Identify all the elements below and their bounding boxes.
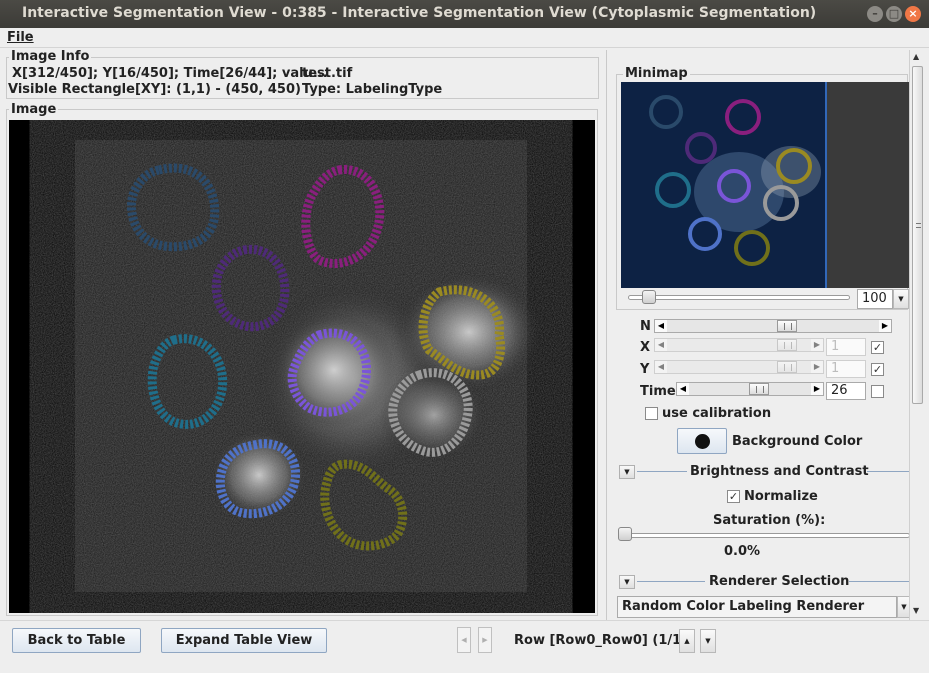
row-up-button[interactable]: ▲ xyxy=(679,629,695,653)
dim-y-input[interactable]: 1 xyxy=(826,360,866,378)
use-calibration-checkbox[interactable] xyxy=(645,407,658,420)
minimap-title: Minimap xyxy=(623,66,690,81)
background-color-button[interactable] xyxy=(677,428,727,454)
close-icon: × xyxy=(908,7,918,20)
dim-time-input[interactable]: 26 xyxy=(826,382,866,400)
use-calibration-label: use calibration xyxy=(662,406,772,421)
image-canvas[interactable] xyxy=(9,120,595,613)
minimize-button[interactable]: – xyxy=(867,6,883,22)
minimap-image xyxy=(621,82,909,288)
menu-bar: File xyxy=(0,28,929,48)
expand-table-view-button[interactable]: Expand Table View xyxy=(161,628,327,653)
chevron-down-icon: ▼ xyxy=(898,295,904,303)
saturation-label: Saturation (%): xyxy=(713,513,826,528)
minimap-view[interactable] xyxy=(621,82,909,288)
normalize-checkbox[interactable]: ✓ xyxy=(727,490,740,503)
zoom-dropdown-button[interactable]: ▼ xyxy=(893,289,909,309)
info-coordinates: X[312/450]; Y[16/450]; Time[26/44]; valu… xyxy=(12,66,328,81)
dim-x-scrollbar[interactable]: ◀ ▶ xyxy=(654,338,824,352)
dim-time-scrollbar[interactable]: ◀ ▶ xyxy=(676,382,824,396)
next-arrow-icon[interactable]: ▶ xyxy=(478,627,492,653)
dim-time-checkbox[interactable] xyxy=(871,385,884,398)
chevron-up-icon: ▲ xyxy=(684,637,690,645)
scroll-left-icon[interactable]: ◀ xyxy=(655,361,667,373)
dim-time-thumb[interactable] xyxy=(749,383,769,395)
dim-n-scrollbar[interactable]: ◀ ▶ xyxy=(654,319,892,333)
chevron-down-icon: ▼ xyxy=(705,637,711,645)
saturation-value: 0.0% xyxy=(724,544,761,559)
minimap-outside-area xyxy=(827,82,909,288)
zoom-input[interactable]: 100 xyxy=(857,289,893,309)
dim-y-label: Y xyxy=(640,362,650,377)
scroll-right-icon[interactable]: ▶ xyxy=(811,339,823,351)
dim-n-label: N xyxy=(640,319,651,334)
scroll-up-icon[interactable]: ▲ xyxy=(913,52,919,61)
dim-x-thumb[interactable] xyxy=(777,339,797,351)
saturation-slider-knob[interactable] xyxy=(618,527,632,541)
zoom-slider-knob[interactable] xyxy=(642,290,656,304)
grip-icon xyxy=(916,223,921,228)
row-indicator: Row [Row0_Row0] (1/1) xyxy=(514,633,688,648)
dim-x-input[interactable]: 1 xyxy=(826,338,866,356)
separator xyxy=(849,581,909,582)
saturation-slider-track[interactable] xyxy=(618,533,910,538)
dim-n-thumb[interactable] xyxy=(777,320,797,332)
window-title-bar[interactable]: Interactive Segmentation View - 0:385 - … xyxy=(0,0,929,28)
collapse-renderer-icon[interactable]: ▼ xyxy=(619,575,635,589)
row-down-button[interactable]: ▼ xyxy=(700,629,716,653)
dim-y-thumb[interactable] xyxy=(777,361,797,373)
minimize-icon: – xyxy=(872,7,878,20)
image-panel-title: Image xyxy=(9,102,59,117)
segmentation-image xyxy=(75,140,544,592)
normalize-label: Normalize xyxy=(744,489,818,504)
color-swatch-icon xyxy=(695,434,710,449)
scroll-left-icon[interactable]: ◀ xyxy=(655,339,667,351)
previous-arrow-icon[interactable]: ◀ xyxy=(457,627,471,653)
renderer-select[interactable]: Random Color Labeling Renderer xyxy=(617,596,897,618)
separator xyxy=(637,471,687,472)
dim-y-scrollbar[interactable]: ◀ ▶ xyxy=(654,360,824,374)
scroll-down-icon[interactable]: ▼ xyxy=(913,606,919,615)
collapse-brightness-icon[interactable]: ▼ xyxy=(619,465,635,479)
renderer-section-title: Renderer Selection xyxy=(709,574,850,589)
close-button[interactable]: × xyxy=(905,6,921,22)
back-to-table-button[interactable]: Back to Table xyxy=(12,628,141,653)
dim-y-checkbox[interactable]: ✓ xyxy=(871,363,884,376)
scroll-right-icon[interactable]: ▶ xyxy=(811,383,823,395)
info-type: Type: LabelingType xyxy=(302,82,443,97)
maximize-button[interactable]: □ xyxy=(886,6,902,22)
scroll-left-icon[interactable]: ◀ xyxy=(677,383,689,395)
chevron-down-icon: ▼ xyxy=(901,603,907,611)
brightness-section-title: Brightness and Contrast xyxy=(690,464,869,479)
vertical-scroll-thumb[interactable] xyxy=(912,66,923,404)
dim-x-checkbox[interactable]: ✓ xyxy=(871,341,884,354)
info-visible-rectangle: Visible Rectangle[XY]: (1,1) - (450, 450… xyxy=(8,82,301,97)
dim-time-label: Time xyxy=(640,384,676,399)
separator xyxy=(867,471,909,472)
scroll-right-icon[interactable]: ▶ xyxy=(879,320,891,332)
dim-x-label: X xyxy=(640,340,651,355)
info-filename: test.tif xyxy=(302,66,353,81)
maximize-icon: □ xyxy=(888,7,900,20)
right-panel-scrollbar[interactable]: ▲ ▼ xyxy=(909,50,925,620)
zoom-slider-track[interactable] xyxy=(628,295,850,300)
window-title: Interactive Segmentation View - 0:385 - … xyxy=(22,5,817,21)
image-info-title: Image Info xyxy=(9,49,92,64)
menu-file[interactable]: File xyxy=(7,30,34,45)
scroll-left-icon[interactable]: ◀ xyxy=(655,320,667,332)
background-color-label: Background Color xyxy=(732,434,863,449)
scroll-right-icon[interactable]: ▶ xyxy=(811,361,823,373)
separator xyxy=(637,581,705,582)
